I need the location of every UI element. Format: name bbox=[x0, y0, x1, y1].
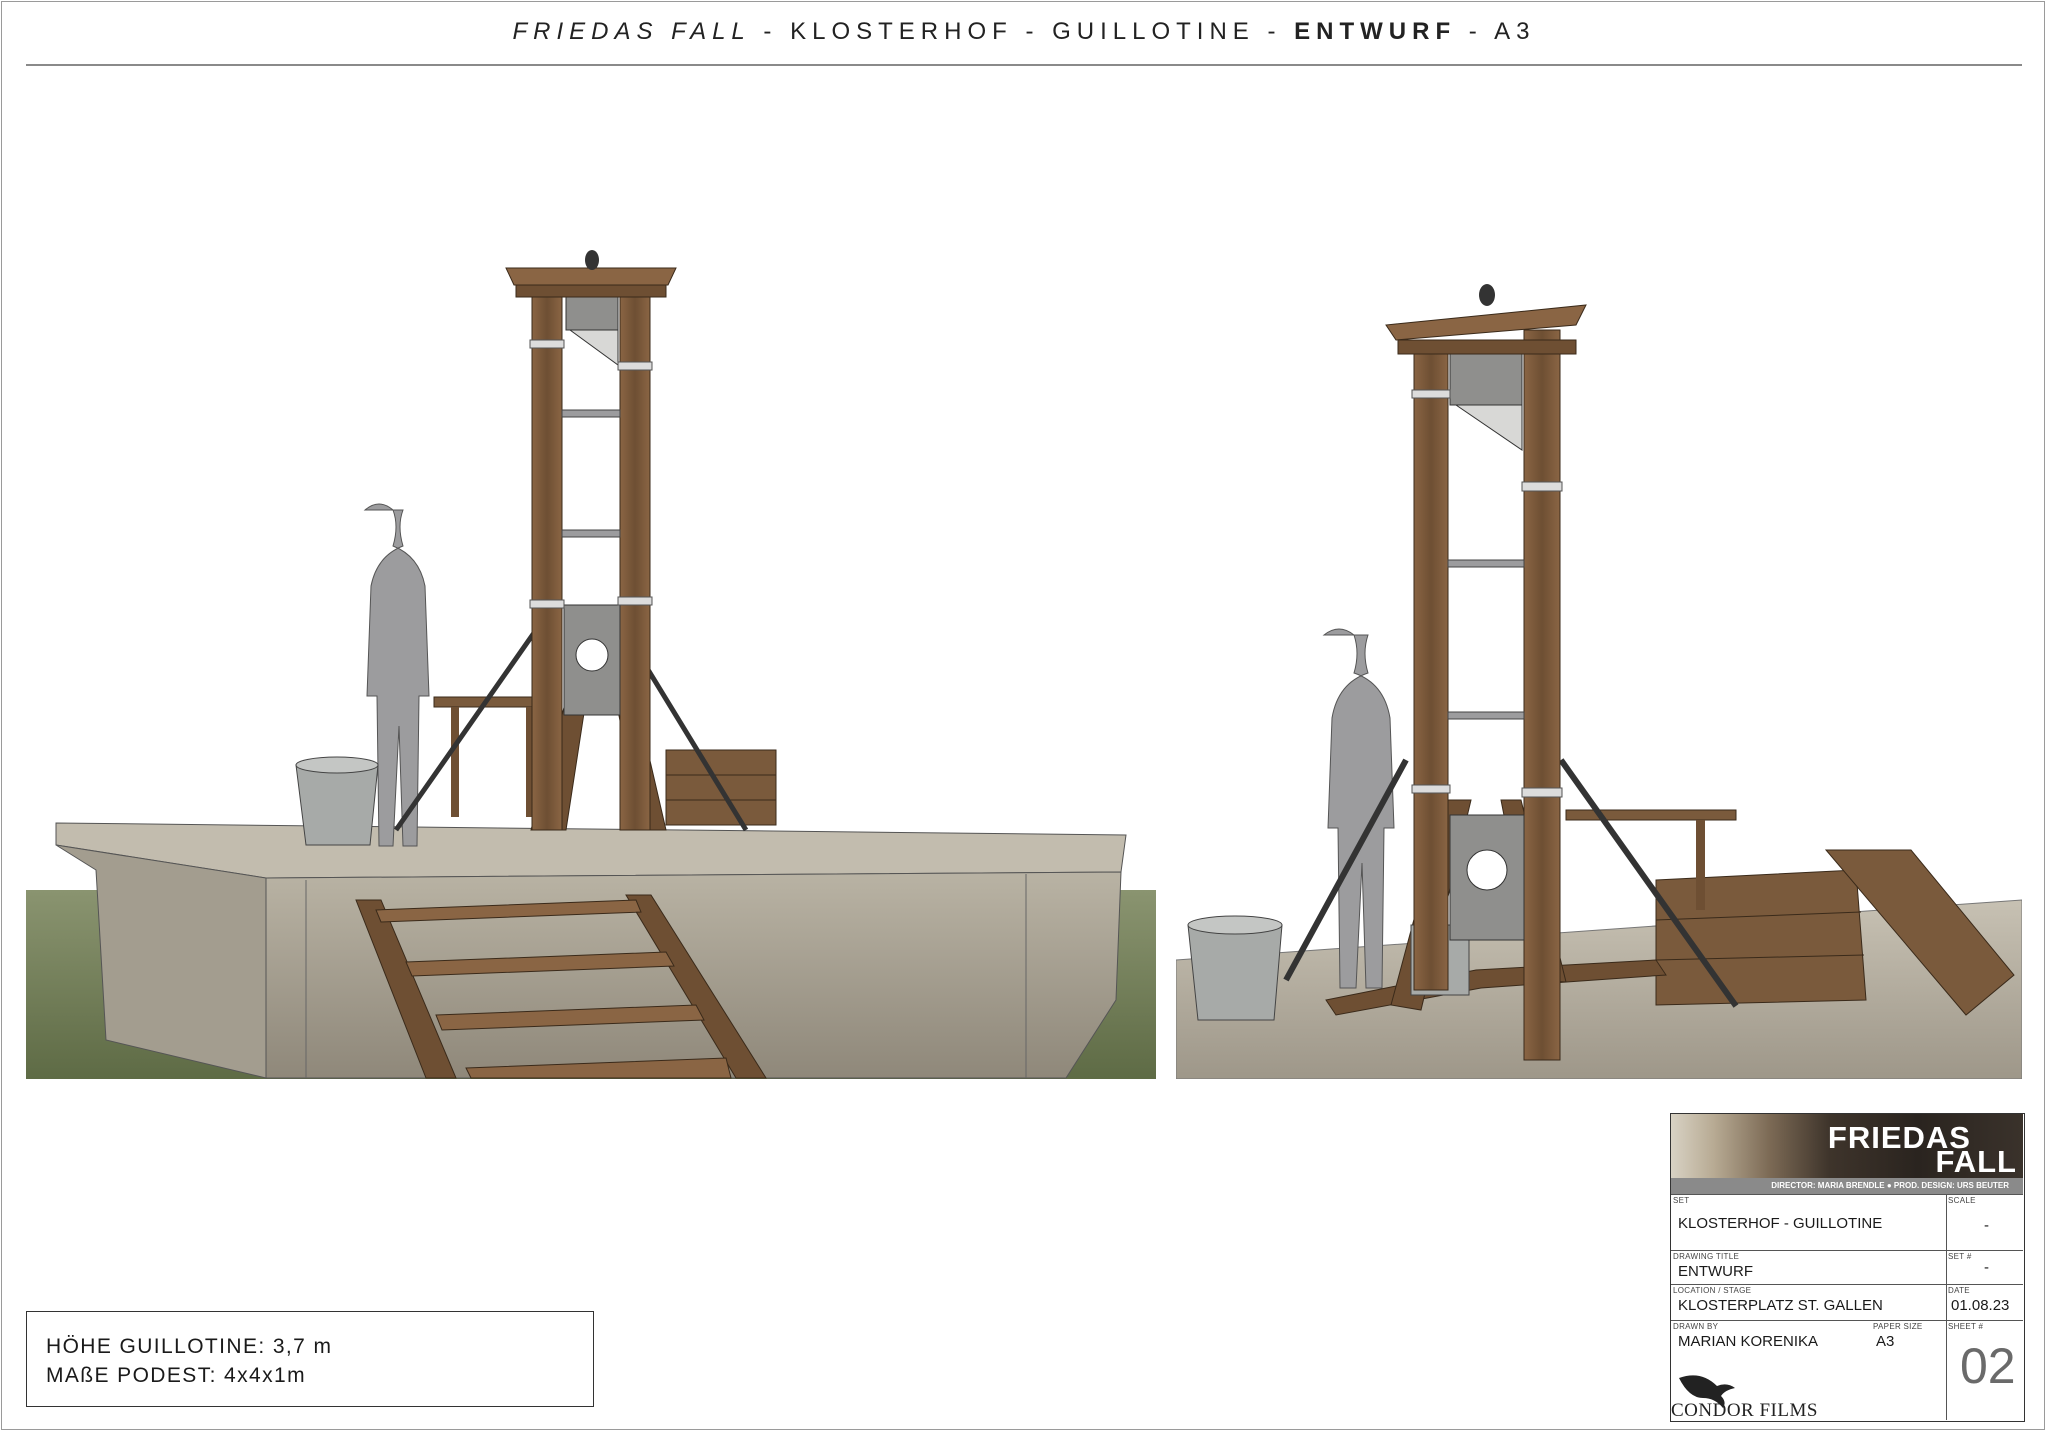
sheet-number-label: SHEET # bbox=[1948, 1322, 1984, 1331]
company-name: CONDOR FILMS bbox=[1671, 1400, 1818, 1421]
sheet-number-value: 02 bbox=[1960, 1338, 2016, 1394]
header-set: KLOSTERHOF - GUILLOTINE - bbox=[790, 18, 1295, 45]
render-view-front bbox=[26, 100, 1156, 1079]
date-value: 01.08.23 bbox=[1951, 1297, 2010, 1314]
title-block-divider bbox=[1946, 1194, 1947, 1420]
scale-value: - bbox=[1984, 1217, 1989, 1234]
header-separator: - bbox=[750, 18, 791, 45]
drawing-title-label: DRAWING TITLE bbox=[1673, 1252, 1740, 1261]
header-production: FRIEDAS FALL bbox=[512, 18, 751, 45]
guillotine-height: HÖHE GUILLOTINE: 3,7 m bbox=[46, 1335, 333, 1358]
set-number-label: SET # bbox=[1948, 1252, 1972, 1261]
drawing-title-value: ENTWURF bbox=[1678, 1263, 1753, 1280]
render-view-angle bbox=[1176, 100, 2022, 1079]
set-value: KLOSTERHOF - GUILLOTINE bbox=[1678, 1215, 1883, 1232]
drawing-title-cell: DRAWING TITLE ENTWURF bbox=[1671, 1250, 1946, 1284]
paper-size-value: A3 bbox=[1876, 1333, 1895, 1350]
drawn-by-cell: DRAWN BY MARIAN KORENIKA bbox=[1671, 1320, 1871, 1364]
paper-size-cell: PAPER SIZE A3 bbox=[1871, 1320, 1946, 1364]
drawn-by-value: MARIAN KORENIKA bbox=[1678, 1333, 1819, 1350]
sheet-header: FRIEDAS FALL - KLOSTERHOF - GUILLOTINE -… bbox=[0, 18, 2048, 46]
credits-bar: DIRECTOR: MARIA BRENDLE ● PROD. DESIGN: … bbox=[1671, 1178, 2023, 1194]
scale-cell: SCALE - bbox=[1946, 1194, 2023, 1250]
set-label: SET bbox=[1673, 1196, 1690, 1205]
scale-label: SCALE bbox=[1948, 1196, 1976, 1205]
location-cell: LOCATION / STAGE KLOSTERPLATZ ST. GALLEN bbox=[1671, 1284, 1946, 1320]
location-label: LOCATION / STAGE bbox=[1673, 1286, 1752, 1295]
dimensions-note: HÖHE GUILLOTINE: 3,7 m MAßE PODEST: 4x4x… bbox=[26, 1311, 594, 1407]
production-logo: FRIEDAS FALL bbox=[1671, 1114, 2023, 1178]
header-drawing-title: ENTWURF bbox=[1294, 18, 1457, 45]
header-rule bbox=[26, 64, 2022, 66]
header-paper-size: - A3 bbox=[1456, 18, 1536, 45]
date-cell: DATE 01.08.23 bbox=[1946, 1284, 2023, 1320]
paper-size-label: PAPER SIZE bbox=[1873, 1322, 1923, 1331]
location-value: KLOSTERPLATZ ST. GALLEN bbox=[1678, 1297, 1883, 1314]
set-cell: SET KLOSTERHOF - GUILLOTINE bbox=[1671, 1194, 1946, 1250]
set-number-value: - bbox=[1984, 1259, 1989, 1276]
logo-line-2: FALL bbox=[1935, 1144, 2017, 1178]
set-number-cell: SET # - bbox=[1946, 1250, 2023, 1284]
podium-dimensions: MAßE PODEST: 4x4x1m bbox=[46, 1364, 306, 1387]
date-label: DATE bbox=[1948, 1286, 1970, 1295]
title-block: FRIEDAS FALL DIRECTOR: MARIA BRENDLE ● P… bbox=[1670, 1113, 2025, 1422]
sheet-number-cell: SHEET # 02 bbox=[1946, 1320, 2023, 1420]
drawn-by-label: DRAWN BY bbox=[1673, 1322, 1719, 1331]
